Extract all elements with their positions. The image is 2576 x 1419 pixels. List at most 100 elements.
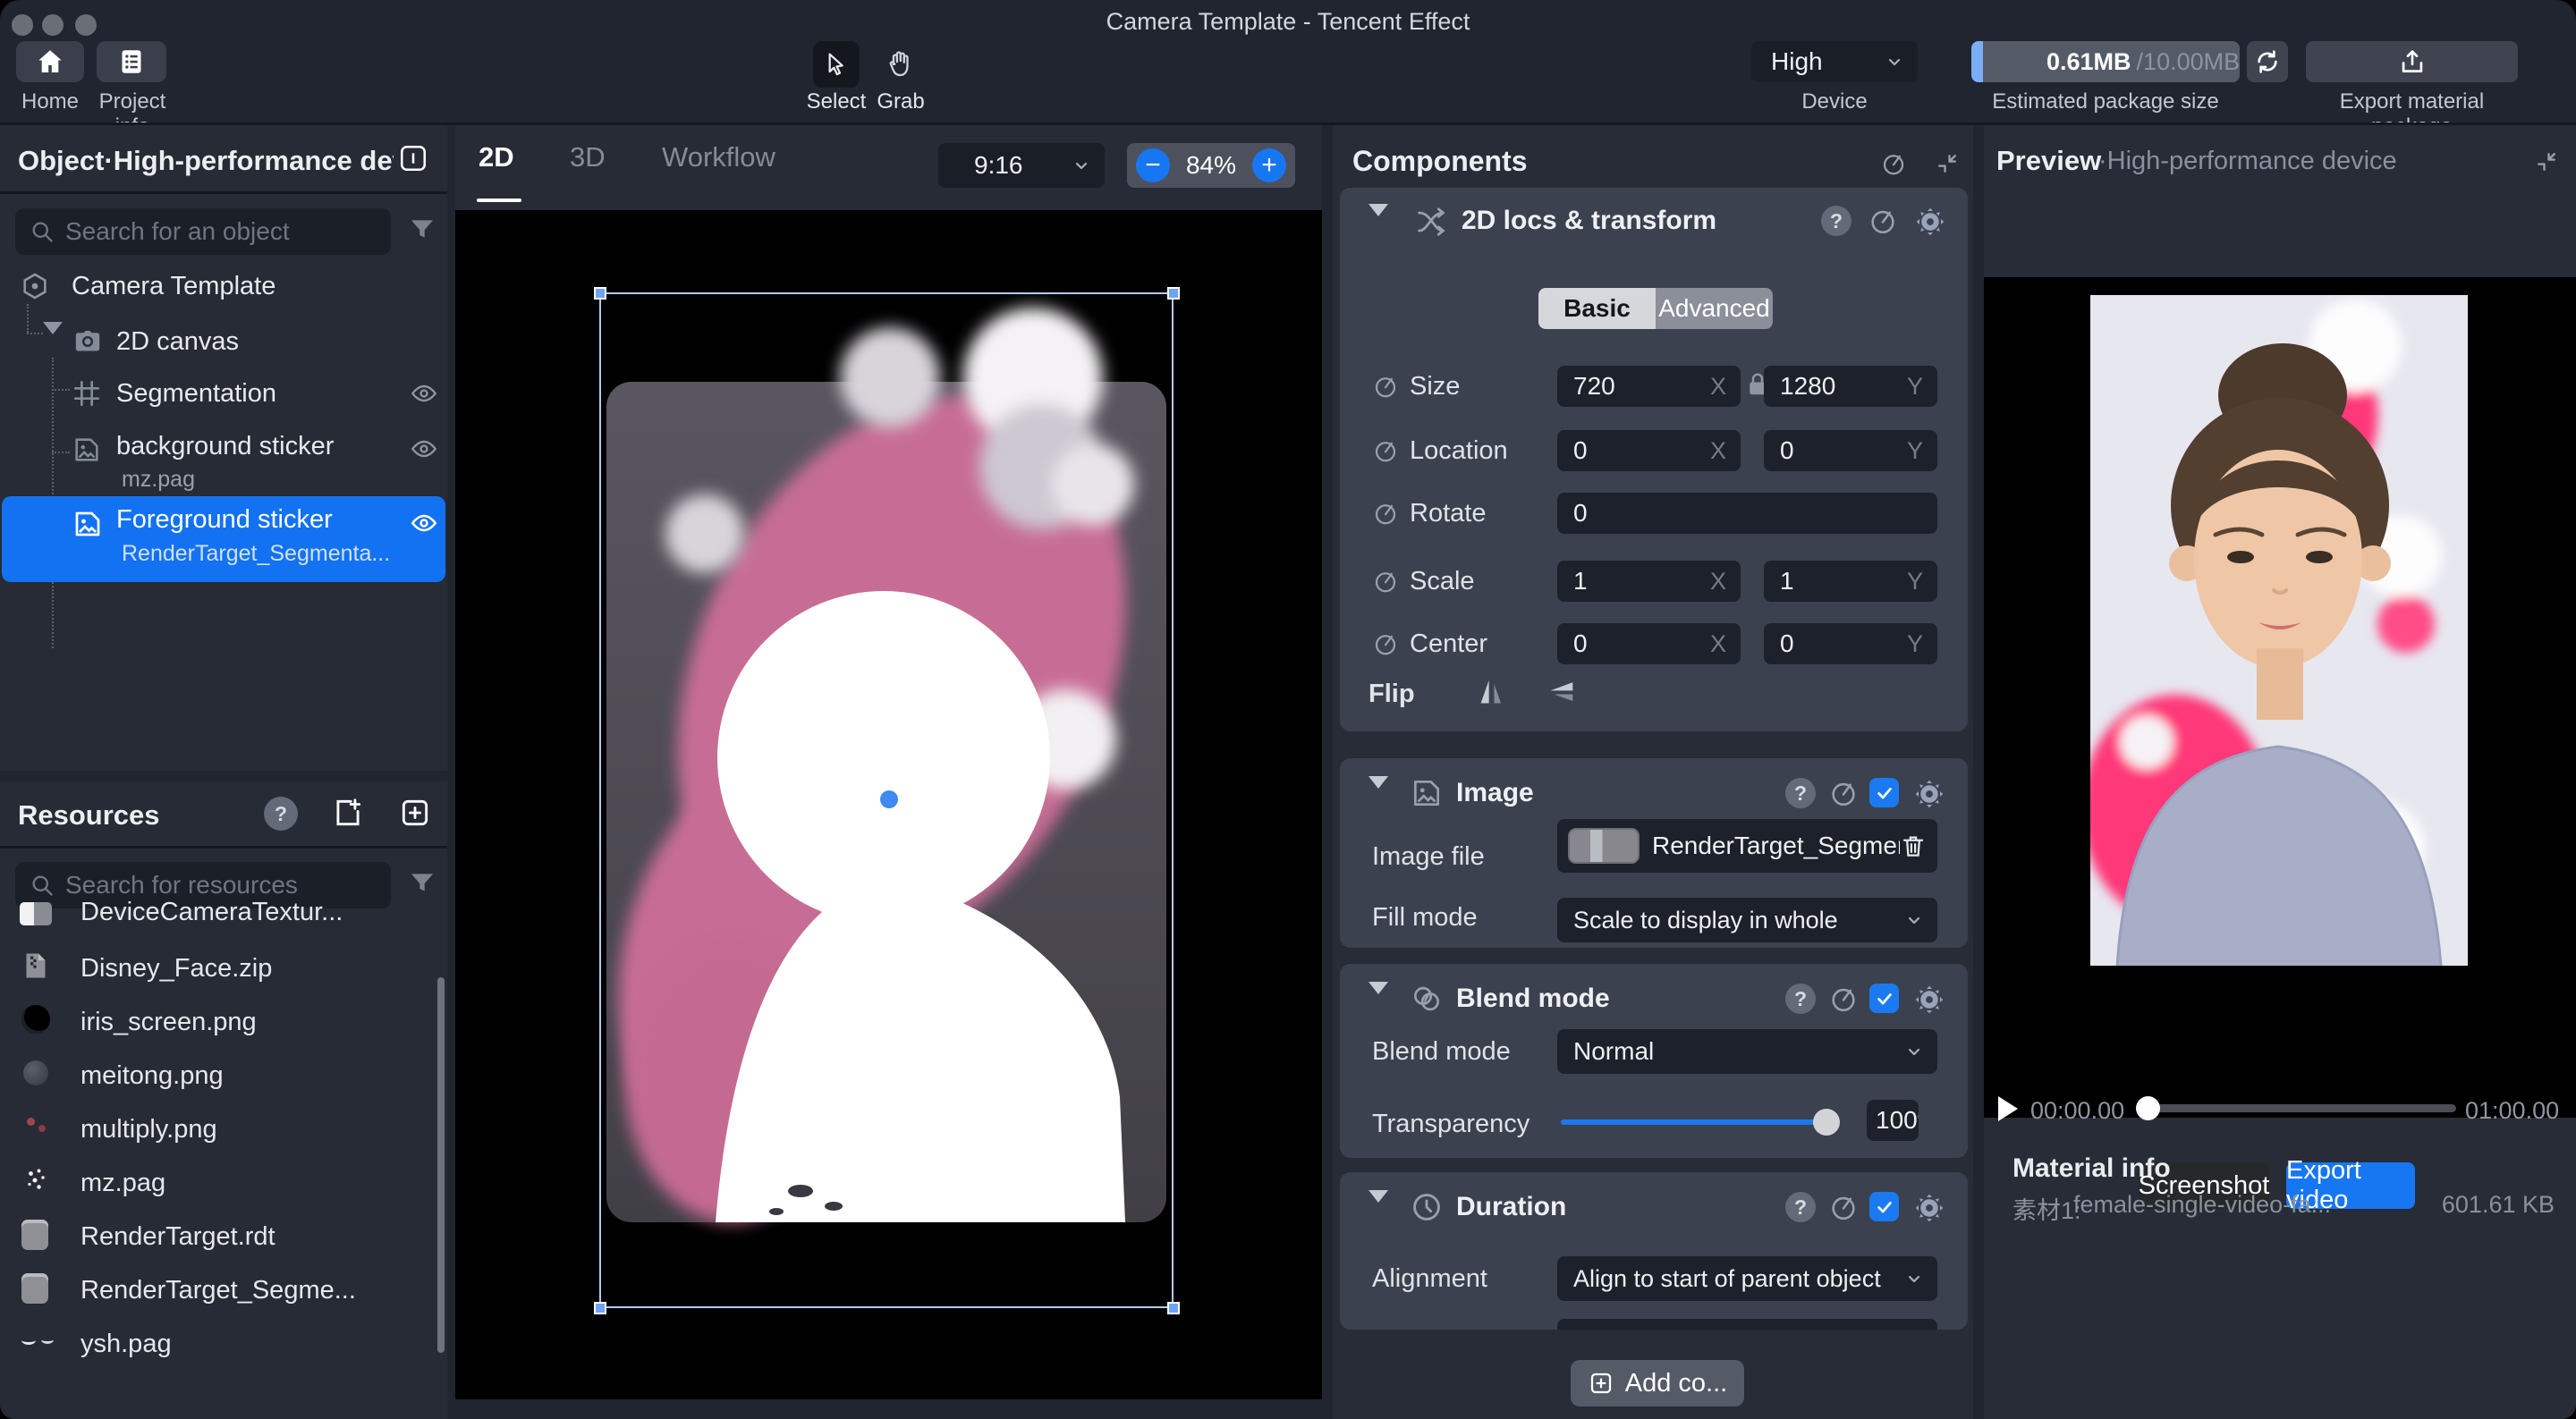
resource-row[interactable]: iris_screen.png <box>0 1003 447 1057</box>
resource-row[interactable]: multiply.png <box>0 1111 447 1164</box>
keyframe-icon[interactable] <box>1372 500 1399 527</box>
blend-enabled-checkbox[interactable] <box>1869 984 1899 1013</box>
flip-horizontal-icon[interactable] <box>1474 674 1510 710</box>
import-resource-icon[interactable] <box>331 796 365 830</box>
refresh-package-button[interactable] <box>2247 41 2288 82</box>
resource-row[interactable]: RenderTarget.rdt <box>0 1218 447 1271</box>
collapse-panel-icon[interactable] <box>2533 148 2560 175</box>
grab-tool-button[interactable] <box>877 41 923 88</box>
tree-item-segmentation[interactable]: Segmentation <box>0 374 447 415</box>
location-x-input[interactable]: 0X <box>1557 430 1741 471</box>
selection-handle-tr[interactable] <box>1167 287 1180 300</box>
export-package-button[interactable] <box>2306 41 2518 82</box>
resource-row[interactable]: meitong.png <box>0 1057 447 1111</box>
tree-item-foreground-sticker[interactable]: Foreground sticker RenderTarget_Segmenta… <box>2 496 445 582</box>
keyframe-icon[interactable] <box>1372 437 1399 464</box>
transparency-slider-track[interactable] <box>1561 1119 1839 1125</box>
gear-icon[interactable] <box>1913 1192 1945 1224</box>
resources-scrollbar[interactable] <box>437 977 445 1353</box>
object-search-input[interactable] <box>65 217 360 246</box>
selection-handle-bl[interactable] <box>594 1302 606 1314</box>
keyframe-icon[interactable] <box>1372 373 1399 400</box>
tab-basic[interactable]: Basic <box>1538 288 1656 329</box>
visibility-eye-icon[interactable] <box>410 435 438 463</box>
alignment-dropdown[interactable]: Align to start of parent object <box>1557 1256 1937 1301</box>
timeline-thumb[interactable] <box>2136 1096 2160 1120</box>
rotate-input[interactable]: 0 <box>1557 493 1937 534</box>
tree-item-background-sticker[interactable]: background sticker mz.pag <box>0 429 447 497</box>
collapse-section-caret[interactable] <box>1368 789 1388 805</box>
location-y-input[interactable]: 0Y <box>1764 430 1937 471</box>
add-component-button[interactable]: Add co... <box>1571 1360 1744 1406</box>
tab-2d[interactable]: 2D <box>479 141 514 173</box>
selection-bounds[interactable] <box>599 292 1174 1308</box>
size-x-input[interactable]: 720X <box>1557 366 1741 407</box>
collapse-section-caret[interactable] <box>1368 216 1388 232</box>
keyframe-icon[interactable] <box>1868 206 1898 236</box>
collapse-panel-icon[interactable] <box>398 143 428 173</box>
gear-icon[interactable] <box>1913 984 1945 1016</box>
help-icon[interactable]: ? <box>1785 984 1816 1014</box>
keyframe-icon[interactable] <box>1372 630 1399 657</box>
tab-3d[interactable]: 3D <box>570 141 606 173</box>
keyframe-icon[interactable] <box>1828 778 1859 808</box>
help-icon[interactable]: ? <box>264 797 298 831</box>
image-file-value-box[interactable]: RenderTarget_Segmen <box>1557 819 1937 873</box>
home-button[interactable] <box>16 41 84 82</box>
add-resource-icon[interactable] <box>398 796 432 830</box>
expand-caret-icon[interactable] <box>43 334 63 351</box>
center-y-input[interactable]: 0Y <box>1764 623 1937 664</box>
resource-row[interactable]: mz.pag <box>0 1164 447 1218</box>
canvas-viewport[interactable] <box>455 210 1322 1399</box>
tab-advanced[interactable]: Advanced <box>1656 288 1773 329</box>
collapse-panel-icon[interactable] <box>1934 150 1961 177</box>
play-button[interactable] <box>1998 1096 2018 1121</box>
timeline-track[interactable] <box>2145 1104 2456 1112</box>
selection-handle-br[interactable] <box>1167 1302 1180 1314</box>
select-tool-button[interactable] <box>813 41 860 88</box>
help-icon[interactable]: ? <box>1785 778 1816 808</box>
scale-x-input[interactable]: 1X <box>1557 561 1741 602</box>
divider <box>0 846 447 849</box>
center-x-input[interactable]: 0X <box>1557 623 1741 664</box>
duration-enabled-checkbox[interactable] <box>1869 1192 1899 1221</box>
collapse-section-caret[interactable] <box>1368 994 1388 1010</box>
transparency-slider-thumb[interactable] <box>1813 1109 1840 1136</box>
object-search[interactable] <box>15 208 391 255</box>
collapse-section-caret[interactable] <box>1368 1203 1388 1219</box>
blend-mode-dropdown[interactable]: Normal <box>1557 1029 1937 1074</box>
filter-icon[interactable] <box>407 868 437 899</box>
size-y-input[interactable]: 1280Y <box>1764 366 1937 407</box>
resource-row[interactable]: Disney_Face.zip <box>0 950 447 1003</box>
fill-mode-dropdown[interactable]: Scale to display in whole <box>1557 898 1937 942</box>
gear-icon[interactable] <box>1913 778 1945 810</box>
device-dropdown[interactable]: High <box>1751 41 1918 82</box>
reset-all-icon[interactable] <box>1880 150 1907 177</box>
tab-workflow[interactable]: Workflow <box>662 141 775 173</box>
help-icon[interactable]: ? <box>1821 206 1852 236</box>
flip-vertical-icon[interactable] <box>1543 674 1579 710</box>
trash-icon[interactable] <box>1900 832 1927 859</box>
scale-y-input[interactable]: 1Y <box>1764 561 1937 602</box>
gear-icon[interactable] <box>1914 206 1946 238</box>
resource-item[interactable]: DeviceCameraTextur... <box>80 898 343 927</box>
project-info-button[interactable] <box>97 41 166 82</box>
resource-row[interactable]: RenderTarget_Segme... <box>0 1271 447 1325</box>
transparency-value[interactable]: 100% <box>1867 1100 1919 1141</box>
start-offset-input[interactable]: 0seconds <box>1557 1319 1937 1330</box>
help-icon[interactable]: ? <box>1785 1192 1816 1222</box>
tree-item-camera-template[interactable]: Camera Template <box>0 266 447 308</box>
selection-handle-tl[interactable] <box>594 287 606 300</box>
keyframe-icon[interactable] <box>1828 1192 1859 1222</box>
image-enabled-checkbox[interactable] <box>1869 778 1899 807</box>
resource-row[interactable]: ysh.pag <box>0 1325 447 1379</box>
filter-icon[interactable] <box>407 215 437 245</box>
canvas-ratio-dropdown[interactable]: 9:16 <box>938 143 1105 188</box>
visibility-eye-icon[interactable] <box>410 509 438 537</box>
keyframe-icon[interactable] <box>1372 568 1399 595</box>
zoom-in-button[interactable]: + <box>1252 148 1286 182</box>
visibility-eye-icon[interactable] <box>410 379 438 408</box>
tree-item-2d-canvas[interactable]: 2D canvas <box>0 322 447 363</box>
zoom-out-button[interactable]: − <box>1136 148 1170 182</box>
keyframe-icon[interactable] <box>1828 984 1859 1014</box>
